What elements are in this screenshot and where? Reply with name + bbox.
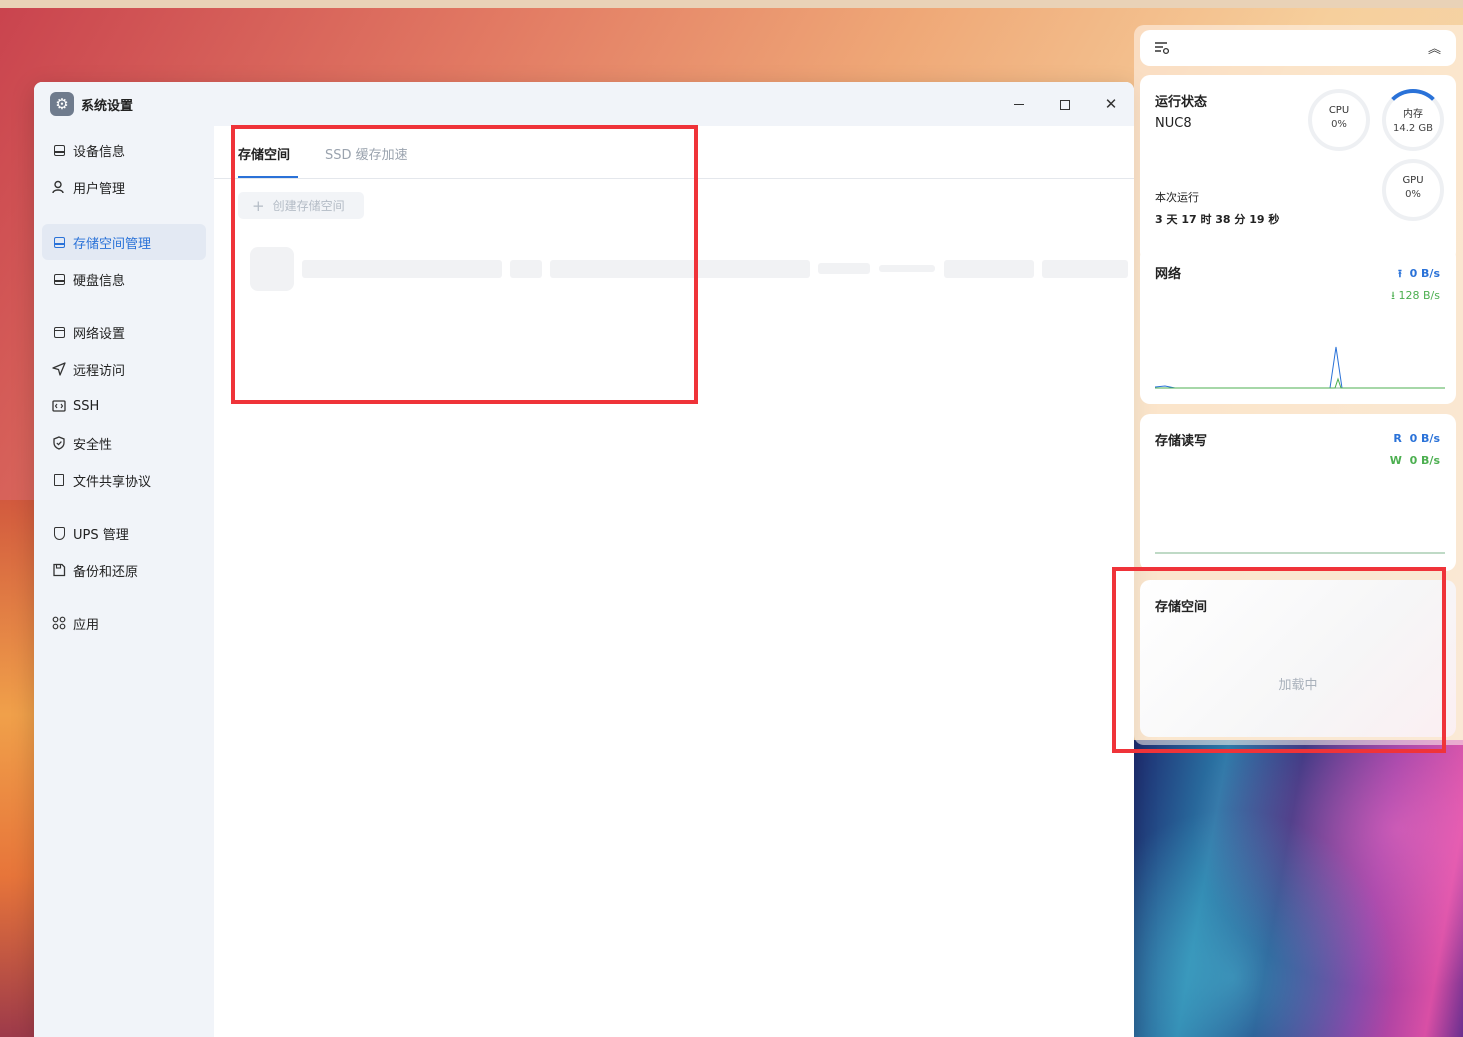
cpu-value: 0% [1331, 119, 1347, 130]
widget-storage: 存储空间 加载中 [1140, 580, 1456, 737]
title-bar[interactable]: ⚙ 系统设置 ✕ [34, 82, 1134, 126]
settings-window: ⚙ 系统设置 ✕ 设备信息 用户管理 存储空间管理 硬盘信息 网络设置 远程访问… [34, 82, 1134, 1037]
main-content: 存储空间 SSD 缓存加速 + 创建存储空间 [214, 126, 1134, 1037]
document-icon [52, 473, 66, 487]
sidebar-item-disk-info[interactable]: 硬盘信息 [42, 261, 206, 297]
tab-bar: 存储空间 SSD 缓存加速 [214, 126, 1134, 179]
widget-panel: ︽ 运行状态 NUC8 CPU 0% 内存 14.2 GB GPU 0% 本次运… [1134, 25, 1463, 745]
minimize-icon [1014, 103, 1024, 106]
user-icon [52, 180, 66, 194]
sidebar-item-label: 应用 [73, 617, 100, 633]
close-button[interactable]: ✕ [1099, 92, 1123, 116]
disk-io-graph [1155, 552, 1445, 554]
gpu-gauge: GPU 0% [1382, 159, 1444, 221]
sidebar-item-network[interactable]: 网络设置 [42, 314, 206, 350]
apps-grid-icon [52, 616, 66, 630]
sidebar-item-label: SSH [73, 398, 100, 414]
battery-shield-icon [52, 526, 66, 540]
upload-arrow-icon: ⭱ [1398, 267, 1402, 280]
desktop-top-strip [0, 0, 1463, 8]
sidebar-item-label: UPS 管理 [73, 527, 129, 543]
download-arrow-icon: ⭳ [1391, 289, 1396, 302]
gpu-label: GPU [1402, 175, 1424, 186]
upload-rate: ⭱ 0 B/s [1398, 267, 1440, 280]
create-storage-button[interactable]: + 创建存储空间 [238, 192, 364, 219]
gear-icon: ⚙ [50, 92, 74, 116]
uptime-label: 本次运行 [1155, 191, 1199, 204]
network-title: 网络 [1155, 267, 1182, 282]
send-icon [52, 362, 66, 376]
read-rate: R 0 B/s [1393, 432, 1440, 445]
maximize-icon [1060, 99, 1070, 110]
close-icon: ✕ [1104, 95, 1118, 113]
disk-io-title: 存储读写 [1155, 434, 1208, 449]
widget-settings-icon[interactable] [1154, 41, 1170, 55]
sidebar-item-label: 存储空间管理 [73, 236, 152, 252]
cpu-gauge: CPU 0% [1308, 89, 1370, 151]
network-icon [52, 325, 66, 339]
sidebar-item-ups[interactable]: UPS 管理 [42, 515, 206, 551]
minimize-button[interactable] [1007, 92, 1031, 116]
sidebar-item-file-sharing[interactable]: 文件共享协议 [42, 462, 206, 498]
wallpaper-right [1134, 740, 1463, 1037]
shield-icon [52, 436, 66, 450]
sidebar-item-label: 网络设置 [73, 326, 126, 342]
device-name: NUC8 [1155, 116, 1192, 131]
sidebar-item-label: 硬盘信息 [73, 273, 126, 289]
sidebar-item-ssh[interactable]: SSH [42, 388, 206, 424]
sidebar-item-label: 备份和还原 [73, 564, 139, 580]
status-title: 运行状态 [1155, 95, 1208, 110]
widget-running-status: 运行状态 NUC8 CPU 0% 内存 14.2 GB GPU 0% 本次运行 … [1140, 75, 1456, 262]
plus-icon: + [252, 196, 265, 215]
sidebar-item-remote-access[interactable]: 远程访问 [42, 351, 206, 387]
write-rate: W 0 B/s [1389, 454, 1440, 467]
sidebar-item-security[interactable]: 安全性 [42, 425, 206, 461]
sidebar-item-label: 安全性 [73, 437, 113, 453]
sidebar-item-backup[interactable]: 备份和还原 [42, 552, 206, 588]
widget-network: 网络 ⭱ 0 B/s ⭳ 128 B/s [1140, 247, 1456, 404]
sidebar-item-device-info[interactable]: 设备信息 [42, 132, 206, 168]
disk-icon [52, 272, 66, 286]
active-tab-indicator [238, 176, 298, 178]
tab-ssd-cache[interactable]: SSD 缓存加速 [325, 144, 408, 163]
code-icon [52, 399, 66, 413]
gpu-value: 0% [1405, 189, 1421, 200]
widget-toolbar: ︽ [1140, 30, 1456, 66]
sidebar-item-label: 用户管理 [73, 181, 126, 197]
sidebar: 设备信息 用户管理 存储空间管理 硬盘信息 网络设置 远程访问 SSH 安全性 … [34, 126, 214, 1037]
loading-text: 加载中 [1278, 678, 1318, 693]
sidebar-item-label: 远程访问 [73, 363, 126, 379]
save-icon [52, 563, 66, 577]
memory-label: 内存 [1403, 109, 1423, 120]
uptime-value: 3 天 17 时 38 分 19 秒 [1155, 213, 1280, 226]
storage-widget-title: 存储空间 [1155, 600, 1208, 615]
sidebar-item-label: 文件共享协议 [73, 474, 152, 490]
window-title: 系统设置 [81, 99, 134, 114]
network-traffic-graph [1155, 346, 1445, 389]
collapse-up-icon[interactable]: ︽ [1428, 38, 1441, 57]
tab-storage[interactable]: 存储空间 [238, 144, 290, 163]
sidebar-item-users[interactable]: 用户管理 [42, 169, 206, 205]
storage-icon [52, 235, 66, 249]
sidebar-item-apps[interactable]: 应用 [42, 605, 206, 641]
cpu-label: CPU [1328, 105, 1350, 116]
widget-disk-io: 存储读写 R 0 B/s W 0 B/s [1140, 414, 1456, 571]
sidebar-item-storage[interactable]: 存储空间管理 [42, 224, 206, 260]
download-rate: ⭳ 128 B/s [1391, 289, 1440, 302]
memory-gauge: 内存 14.2 GB [1382, 89, 1444, 151]
maximize-button[interactable] [1053, 92, 1077, 116]
memory-value: 14.2 GB [1392, 123, 1434, 134]
create-storage-label: 创建存储空间 [272, 199, 345, 213]
device-icon [52, 143, 66, 157]
sidebar-item-label: 设备信息 [73, 144, 126, 160]
